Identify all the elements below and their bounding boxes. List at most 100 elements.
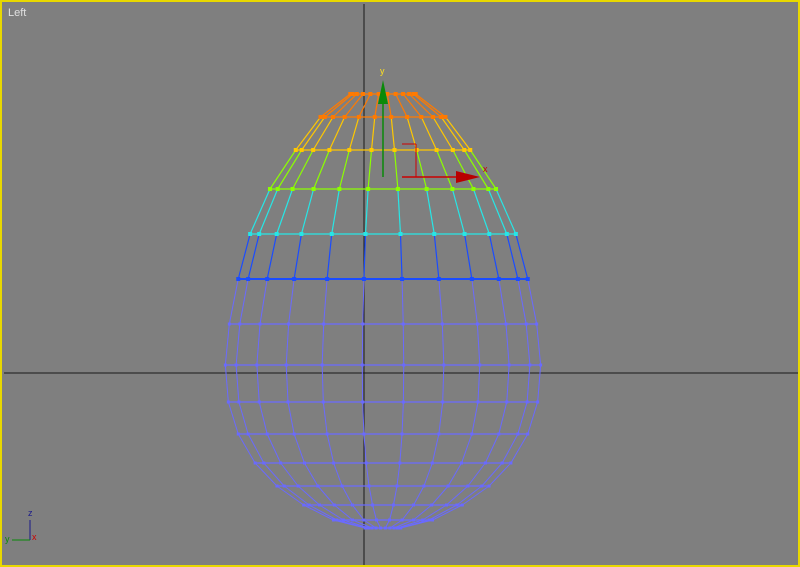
mesh-vertex[interactable] [507, 363, 511, 367]
mesh-vertex[interactable] [483, 461, 487, 465]
mesh-vertex[interactable] [316, 484, 320, 488]
mesh-vertex[interactable] [500, 461, 504, 465]
mesh-vertex[interactable] [466, 484, 470, 488]
mesh-vertex[interactable] [350, 503, 354, 507]
mesh-vertex[interactable] [405, 115, 410, 119]
mesh-vertex[interactable] [505, 400, 509, 404]
mesh-vertex[interactable] [441, 400, 445, 404]
mesh-vertex[interactable] [360, 92, 365, 96]
mesh-vertex[interactable] [412, 503, 416, 507]
mesh-vertex[interactable] [299, 148, 304, 152]
mesh-vertex[interactable] [318, 115, 323, 119]
mesh-vertex[interactable] [361, 400, 365, 404]
mesh-vertex[interactable] [275, 187, 280, 191]
mesh-vertex[interactable] [369, 148, 374, 152]
mesh-vertex[interactable] [395, 484, 399, 488]
mesh-vertex[interactable] [253, 461, 257, 465]
mesh-vertex[interactable] [525, 277, 530, 281]
mesh-vertex[interactable] [234, 363, 238, 367]
mesh-vertex[interactable] [393, 92, 398, 96]
mesh-vertex[interactable] [475, 322, 479, 326]
mesh-vertex[interactable] [265, 277, 270, 281]
mesh-vertex[interactable] [401, 322, 405, 326]
mesh-vertex[interactable] [236, 432, 240, 436]
mesh-vertex[interactable] [227, 322, 231, 326]
mesh-vertex[interactable] [430, 503, 434, 507]
mesh-vertex[interactable] [327, 148, 332, 152]
mesh-vertex[interactable] [487, 232, 492, 236]
mesh-vertex[interactable] [413, 92, 418, 96]
mesh-vertex[interactable] [257, 232, 262, 236]
mesh-vertex[interactable] [422, 484, 426, 488]
mesh-vertex[interactable] [443, 115, 448, 119]
mesh-vertex[interactable] [430, 115, 435, 119]
mesh-vertex[interactable] [424, 187, 429, 191]
mesh-vertex[interactable] [388, 526, 392, 530]
mesh-vertex[interactable] [238, 322, 242, 326]
mesh-vertex[interactable] [372, 115, 377, 119]
mesh-vertex[interactable] [350, 92, 355, 96]
mesh-vertex[interactable] [318, 503, 322, 507]
mesh-vertex[interactable] [299, 232, 304, 236]
mesh-vertex[interactable] [248, 232, 253, 236]
mesh-vertex[interactable] [476, 400, 480, 404]
mesh-vertex[interactable] [460, 503, 464, 507]
mesh-vertex[interactable] [275, 484, 279, 488]
mesh-vertex[interactable] [361, 322, 365, 326]
mesh-vertex[interactable] [391, 503, 395, 507]
mesh-vertex[interactable] [402, 363, 406, 367]
mesh-vertex[interactable] [388, 518, 392, 522]
mesh-vertex[interactable] [257, 400, 261, 404]
mesh-vertex[interactable] [468, 148, 473, 152]
mesh-vertex[interactable] [351, 518, 355, 522]
mesh-vertex[interactable] [347, 148, 352, 152]
mesh-vertex[interactable] [440, 322, 444, 326]
gizmo-x-arrow-icon[interactable] [456, 171, 480, 183]
mesh-vertex[interactable] [246, 277, 251, 281]
mesh-vertex[interactable] [442, 363, 446, 367]
mesh-vertex[interactable] [341, 518, 345, 522]
mesh-vertex[interactable] [307, 503, 311, 507]
mesh-vertex[interactable] [509, 461, 513, 465]
mesh-vertex[interactable] [335, 518, 339, 522]
mesh-vertex[interactable] [371, 503, 375, 507]
mesh-vertex[interactable] [332, 503, 336, 507]
mesh-vertex[interactable] [379, 526, 383, 530]
mesh-vertex[interactable] [331, 518, 335, 522]
mesh-vertex[interactable] [262, 461, 266, 465]
mesh-vertex[interactable] [366, 187, 371, 191]
mesh-vertex[interactable] [290, 187, 295, 191]
mesh-vertex[interactable] [356, 115, 361, 119]
mesh-vertex[interactable] [480, 484, 484, 488]
mesh-vertex[interactable] [497, 432, 501, 436]
mesh-vertex[interactable] [487, 484, 491, 488]
mesh-vertex[interactable] [430, 461, 434, 465]
mesh-vertex[interactable] [398, 232, 403, 236]
mesh-vertex[interactable] [279, 461, 283, 465]
mesh-vertex[interactable] [302, 503, 306, 507]
mesh-vertex[interactable] [286, 400, 290, 404]
mesh-vertex[interactable] [535, 322, 539, 326]
mesh-vertex[interactable] [525, 400, 529, 404]
mesh-vertex[interactable] [362, 518, 366, 522]
mesh-vertex[interactable] [331, 115, 336, 119]
mesh-vertex[interactable] [282, 484, 286, 488]
mesh-vertex[interactable] [325, 432, 329, 436]
mesh-vertex[interactable] [392, 148, 397, 152]
mesh-vertex[interactable] [325, 277, 330, 281]
mesh-vertex[interactable] [367, 526, 371, 530]
mesh-vertex[interactable] [320, 363, 324, 367]
mesh-vertex[interactable] [383, 526, 387, 530]
mesh-vertex[interactable] [455, 503, 459, 507]
move-gizmo[interactable]: x y [378, 66, 488, 183]
mesh-vertex[interactable] [374, 518, 378, 522]
mesh-vertex[interactable] [439, 115, 444, 119]
mesh-vertex[interactable] [462, 148, 467, 152]
mesh-vertex[interactable] [494, 187, 499, 191]
mesh-vertex[interactable] [370, 526, 374, 530]
mesh-vertex[interactable] [401, 92, 406, 96]
mesh-vertex[interactable] [287, 322, 291, 326]
mesh-vertex[interactable] [400, 432, 404, 436]
mesh-vertex[interactable] [400, 518, 404, 522]
mesh-vertex[interactable] [444, 503, 448, 507]
